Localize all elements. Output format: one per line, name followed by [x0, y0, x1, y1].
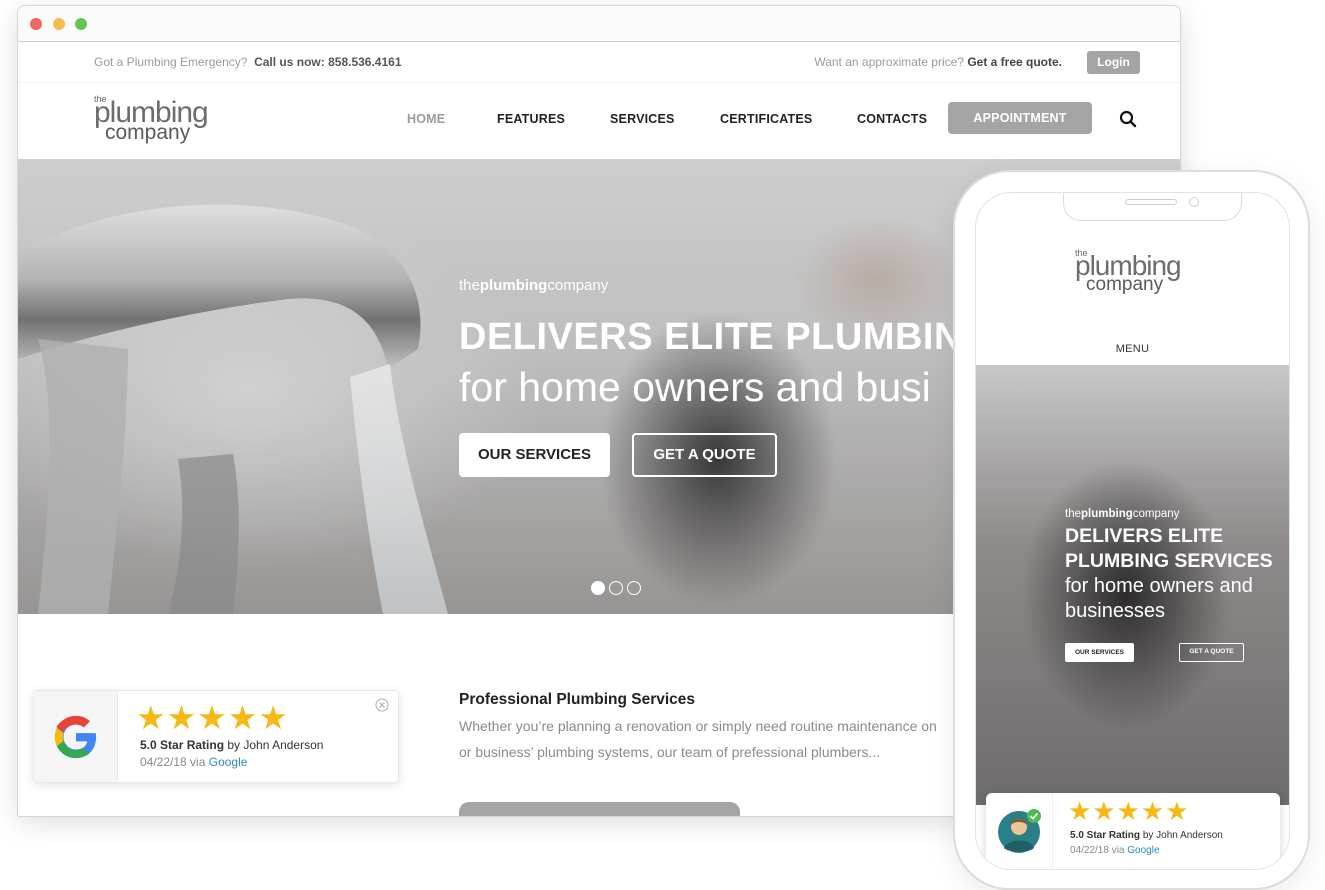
phone-brand-plumbing: plumbing — [1081, 508, 1133, 520]
phone-google-link[interactable]: Google — [1127, 845, 1159, 856]
avatar — [998, 809, 1041, 853]
services-text-line1: Whether you’re planning a renovation or … — [459, 718, 937, 734]
phone-screen: the plumbing company MENU theplumbingcom… — [975, 192, 1290, 870]
google-g-icon — [54, 715, 97, 759]
logo-company: company — [105, 121, 191, 144]
close-icon[interactable] — [375, 698, 389, 712]
phone-hero-title-line2: PLUMBING SERVICES — [1065, 550, 1273, 572]
nav-contacts[interactable]: CONTACTS — [857, 112, 927, 126]
hero-brand-the: the — [459, 277, 480, 294]
hero-title: DELIVERS ELITE PLUMBING — [459, 316, 992, 358]
hero-subtitle: for home owners and busi — [459, 364, 931, 410]
phone-get-quote-button[interactable]: GET A QUOTE — [1179, 643, 1244, 662]
rating-value: 5.0 Star Rating — [140, 738, 225, 752]
hero-brand-company: company — [547, 277, 609, 294]
site-logo[interactable]: the plumbing company — [94, 95, 224, 147]
nav-certificates[interactable]: CERTIFICATES — [720, 112, 812, 126]
hero-brand-plumbing: plumbing — [479, 277, 548, 294]
phone-notch — [1063, 193, 1242, 221]
services-heading: Professional Plumbing Services — [459, 691, 696, 708]
phone-menu-button[interactable]: MENU — [976, 343, 1289, 355]
minimize-window-button[interactable] — [53, 18, 65, 30]
google-logo-box — [34, 691, 118, 782]
our-services-button[interactable]: OUR SERVICES — [459, 433, 610, 477]
hero-brand: theplumbingcompany — [459, 277, 608, 294]
phone-hero-brand: theplumbingcompany — [1065, 508, 1179, 520]
phone-rating-value: 5.0 Star Rating — [1070, 830, 1141, 841]
phone-review-date: 04/22/18 via Google — [1070, 845, 1160, 856]
slider-dot-1[interactable] — [591, 581, 605, 595]
maximize-window-button[interactable] — [75, 18, 87, 30]
search-icon[interactable] — [1119, 110, 1137, 128]
phone-our-services-button[interactable]: OUR SERVICES — [1065, 643, 1134, 662]
close-window-button[interactable] — [30, 18, 42, 30]
review-stars: ★★★★★ — [136, 699, 289, 736]
slider-dots — [591, 581, 645, 600]
phone-hero-title-line1: DELIVERS ELITE — [1065, 525, 1224, 547]
services-text-line2: or business’ plumbing systems, our team … — [459, 744, 881, 760]
nav-services[interactable]: SERVICES — [610, 112, 675, 126]
phone-review-date-text: 04/22/18 via — [1070, 845, 1125, 856]
phone-logo-company: company — [1086, 274, 1164, 295]
phone-review-card: ★★★★★ 5.0 Star Rating by John Anderson 0… — [986, 793, 1280, 869]
google-review-card: ★★★★★ 5.0 Star Rating by John Anderson 0… — [33, 690, 399, 783]
top-info-bar: Got a Plumbing Emergency? Call us now: 8… — [18, 42, 1180, 83]
speaker-icon — [1125, 199, 1177, 205]
emergency-info: Got a Plumbing Emergency? Call us now: 8… — [94, 55, 402, 69]
free-quote-link[interactable]: Get a free quote. — [967, 55, 1062, 69]
phone-logo[interactable]: the plumbing company — [1075, 249, 1195, 299]
phone-mockup: the plumbing company MENU theplumbingcom… — [953, 170, 1310, 890]
phone-brand-the: the — [1065, 508, 1081, 520]
get-quote-button[interactable]: GET A QUOTE — [632, 433, 777, 477]
phone-hero-sub-line1: for home owners and — [1065, 575, 1253, 597]
appointment-button[interactable]: APPOINTMENT — [948, 102, 1092, 134]
price-text: Want an approximate price? — [814, 55, 964, 69]
nav-home[interactable]: HOME — [407, 112, 445, 126]
nav-features[interactable]: FEATURES — [497, 112, 565, 126]
phone-hero-sub-line2: businesses — [1065, 600, 1166, 622]
camera-icon — [1189, 197, 1199, 207]
price-info: Want an approximate price? Get a free qu… — [814, 55, 1062, 69]
phone-review-stars: ★★★★★ — [1068, 796, 1190, 826]
reviewer-avatar-box — [986, 793, 1053, 869]
login-button[interactable]: Login — [1087, 51, 1140, 74]
main-navbar: the plumbing company HOME FEATURES SERVI… — [18, 83, 1180, 159]
call-link[interactable]: Call us now: 858.536.4161 — [254, 55, 401, 69]
google-link[interactable]: Google — [209, 755, 248, 769]
slider-dot-2[interactable] — [609, 581, 623, 595]
review-date: 04/22/18 via Google — [140, 755, 247, 769]
phone-brand-company: company — [1132, 508, 1180, 520]
phone-review-rating: 5.0 Star Rating by John Anderson — [1070, 830, 1223, 841]
window-titlebar — [18, 6, 1180, 42]
review-date-text: 04/22/18 via — [140, 755, 206, 769]
emergency-text: Got a Plumbing Emergency? — [94, 55, 248, 69]
rating-author: by John Anderson — [227, 738, 324, 752]
review-rating: 5.0 Star Rating by John Anderson — [140, 738, 323, 752]
slider-dot-3[interactable] — [627, 581, 641, 595]
read-more-button[interactable] — [459, 802, 740, 816]
phone-rating-author: by John Anderson — [1142, 830, 1223, 841]
